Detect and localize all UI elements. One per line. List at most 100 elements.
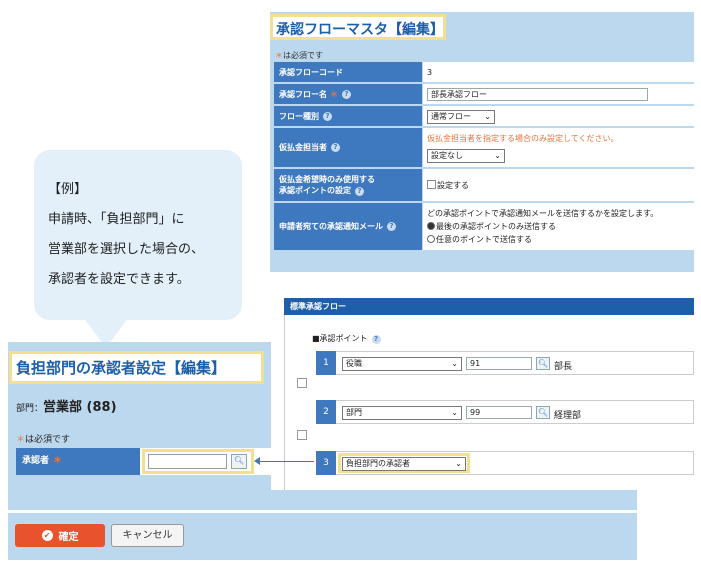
notify-mail-label-cell: 申請者宛ての承認通知メール?: [274, 203, 422, 251]
chevron-down-icon: ⌄: [451, 359, 458, 368]
approval-point-label-wrap: ■承認ポイント?: [312, 333, 381, 344]
help-icon[interactable]: ?: [323, 111, 332, 121]
required-note-text: は必須です: [25, 435, 71, 445]
flow-name-label: 承認フロー名: [279, 89, 327, 99]
burden-panel-extension: [271, 490, 637, 510]
row-flow-name: 承認フロー名＊? 部長承認フロー: [274, 84, 694, 105]
approval-step-2: 2 部門 ⌄ 99 🔍︎ 経理部: [316, 400, 694, 424]
flow-divider: [284, 315, 285, 497]
flow-connector: [297, 378, 307, 388]
notify-mail-option-last[interactable]: 最後の承認ポイントのみ送信する: [427, 221, 556, 232]
chevron-down-icon: ⌄: [484, 112, 491, 121]
chevron-down-icon: ⌄: [494, 151, 501, 160]
step-body: 役職 ⌄ 91 🔍︎ 部長: [336, 351, 694, 375]
help-icon[interactable]: ?: [371, 335, 381, 344]
master-required-note: ＊は必須です: [275, 50, 323, 61]
advance-only-label-line1: 仮払金希望時のみ使用する: [279, 175, 375, 184]
bubble-line-2: 申請時、「負担部門」に: [48, 212, 185, 227]
pointer-arrow-line: [258, 461, 314, 462]
department-line: 部門：営業部 (88): [16, 396, 117, 415]
advance-payer-label-cell: 仮払金担当者?: [274, 128, 422, 168]
required-mark: ＊: [330, 89, 338, 99]
help-icon[interactable]: ?: [331, 143, 340, 152]
chevron-down-icon: ⌄: [451, 408, 458, 417]
flow-type-label: フロー種別: [279, 111, 319, 121]
search-icon[interactable]: 🔍︎: [231, 454, 247, 469]
advance-only-label-line2-wrap: 承認ポイントの設定?: [279, 185, 364, 196]
example-bubble: [34, 150, 242, 320]
approval-step-3: 3 負担部門の承認者 ⌄: [316, 451, 694, 475]
step-type-select[interactable]: 負担部門の承認者 ⌄: [342, 457, 466, 471]
radio-unselected[interactable]: [427, 235, 435, 243]
approver-label: 承認者: [22, 456, 50, 466]
step-code-input[interactable]: 91: [466, 357, 532, 370]
advance-payer-note: 仮払金担当者を指定する場合のみ設定してください。: [427, 134, 619, 143]
search-icon[interactable]: 🔍︎: [536, 357, 550, 370]
step-type-value: 役職: [346, 359, 362, 368]
help-icon[interactable]: ?: [342, 89, 351, 99]
required-mark: ＊: [53, 456, 63, 466]
approval-point-label: ■承認ポイント: [312, 334, 368, 343]
step-type-select[interactable]: 役職 ⌄: [342, 357, 462, 371]
step-body: 負担部門の承認者 ⌄: [336, 451, 694, 475]
cancel-button[interactable]: キャンセル: [111, 524, 184, 547]
required-mark: ＊: [275, 51, 283, 60]
step-name: 経理部: [554, 411, 582, 421]
burden-required-note: ＊は必須です: [16, 432, 70, 445]
advance-only-label-cell: 仮払金希望時のみ使用する 承認ポイントの設定?: [274, 169, 422, 202]
advance-only-checkbox-label: 設定する: [437, 181, 469, 190]
department-label: 部門：: [16, 404, 44, 414]
standard-flow-header: 標準承認フロー: [284, 298, 694, 315]
confirm-label: 確定: [58, 532, 79, 543]
notify-mail-option-any[interactable]: 任意のポイントで送信する: [427, 234, 532, 245]
bubble-line-1: 【例】: [48, 182, 88, 197]
flow-code-cell: 3: [423, 62, 694, 83]
bubble-line-3: 営業部を選択した場合の、: [48, 242, 205, 257]
flow-code-value: 3: [427, 68, 433, 77]
advance-payer-label: 仮払金担当者: [279, 143, 327, 152]
check-circle-icon: ✔: [41, 530, 53, 541]
required-mark: ＊: [16, 435, 26, 445]
notify-mail-cell: どの承認ポイントで承認通知メールを送信するかを設定します。 最後の承認ポイントの…: [423, 203, 694, 251]
help-icon[interactable]: ?: [355, 187, 364, 196]
step-name: 部長: [554, 362, 573, 372]
advance-payer-cell: 仮払金担当者を指定する場合のみ設定してください。 設定なし ⌄: [423, 128, 694, 168]
flow-type-cell: 通常フロー ⌄: [423, 106, 694, 127]
department-value: 営業部 (88): [43, 400, 117, 415]
step-type-value: 負担部門の承認者: [346, 459, 410, 468]
row-advance-payer: 仮払金担当者? 仮払金担当者を指定する場合のみ設定してください。 設定なし ⌄: [274, 128, 694, 168]
flow-code-label: 承認フローコード: [274, 62, 422, 83]
step-type-value: 部門: [346, 408, 362, 417]
approver-label-cell: 承認者＊: [16, 448, 140, 475]
notify-mail-option2-label: 任意のポイントで送信する: [436, 235, 532, 244]
step-number: 1: [316, 351, 336, 375]
row-flow-type: フロー種別? 通常フロー ⌄: [274, 106, 694, 127]
notify-mail-option1-label: 最後の承認ポイントのみ送信する: [436, 222, 556, 231]
radio-selected[interactable]: [427, 222, 435, 230]
row-flow-code: 承認フローコード 3: [274, 62, 694, 83]
advance-only-checkbox[interactable]: [427, 180, 436, 189]
flow-type-label-cell: フロー種別?: [274, 106, 422, 127]
burden-title: 負担部門の承認者設定【編集】: [16, 359, 227, 377]
flow-type-select[interactable]: 通常フロー ⌄: [427, 110, 495, 124]
step-number: 2: [316, 400, 336, 424]
required-note-text: は必須です: [283, 51, 323, 60]
row-notify-mail: 申請者宛ての承認通知メール? どの承認ポイントで承認通知メールを送信するかを設定…: [274, 203, 694, 251]
notify-mail-desc: どの承認ポイントで承認通知メールを送信するかを設定します。: [427, 209, 659, 218]
help-icon[interactable]: ?: [387, 222, 396, 231]
chevron-down-icon: ⌄: [455, 459, 462, 468]
approver-input[interactable]: [148, 454, 227, 469]
search-icon[interactable]: 🔍︎: [536, 406, 550, 419]
notify-mail-label: 申請者宛ての承認通知メール: [279, 222, 383, 231]
advance-only-checkbox-wrap[interactable]: 設定する: [427, 180, 469, 191]
step-code-input[interactable]: 99: [466, 406, 532, 419]
step-number: 3: [316, 451, 336, 475]
confirm-button[interactable]: ✔ 確定: [15, 524, 105, 547]
advance-payer-select[interactable]: 設定なし ⌄: [427, 149, 505, 163]
step-type-select[interactable]: 部門 ⌄: [342, 406, 462, 420]
flow-connector: [297, 430, 307, 440]
master-title: 承認フローマスタ【編集】: [276, 22, 444, 38]
flow-name-input[interactable]: 部長承認フロー: [427, 88, 648, 101]
approval-step-1: 1 役職 ⌄ 91 🔍︎ 部長: [316, 351, 694, 375]
advance-only-label-line2: 承認ポイントの設定: [279, 186, 351, 195]
